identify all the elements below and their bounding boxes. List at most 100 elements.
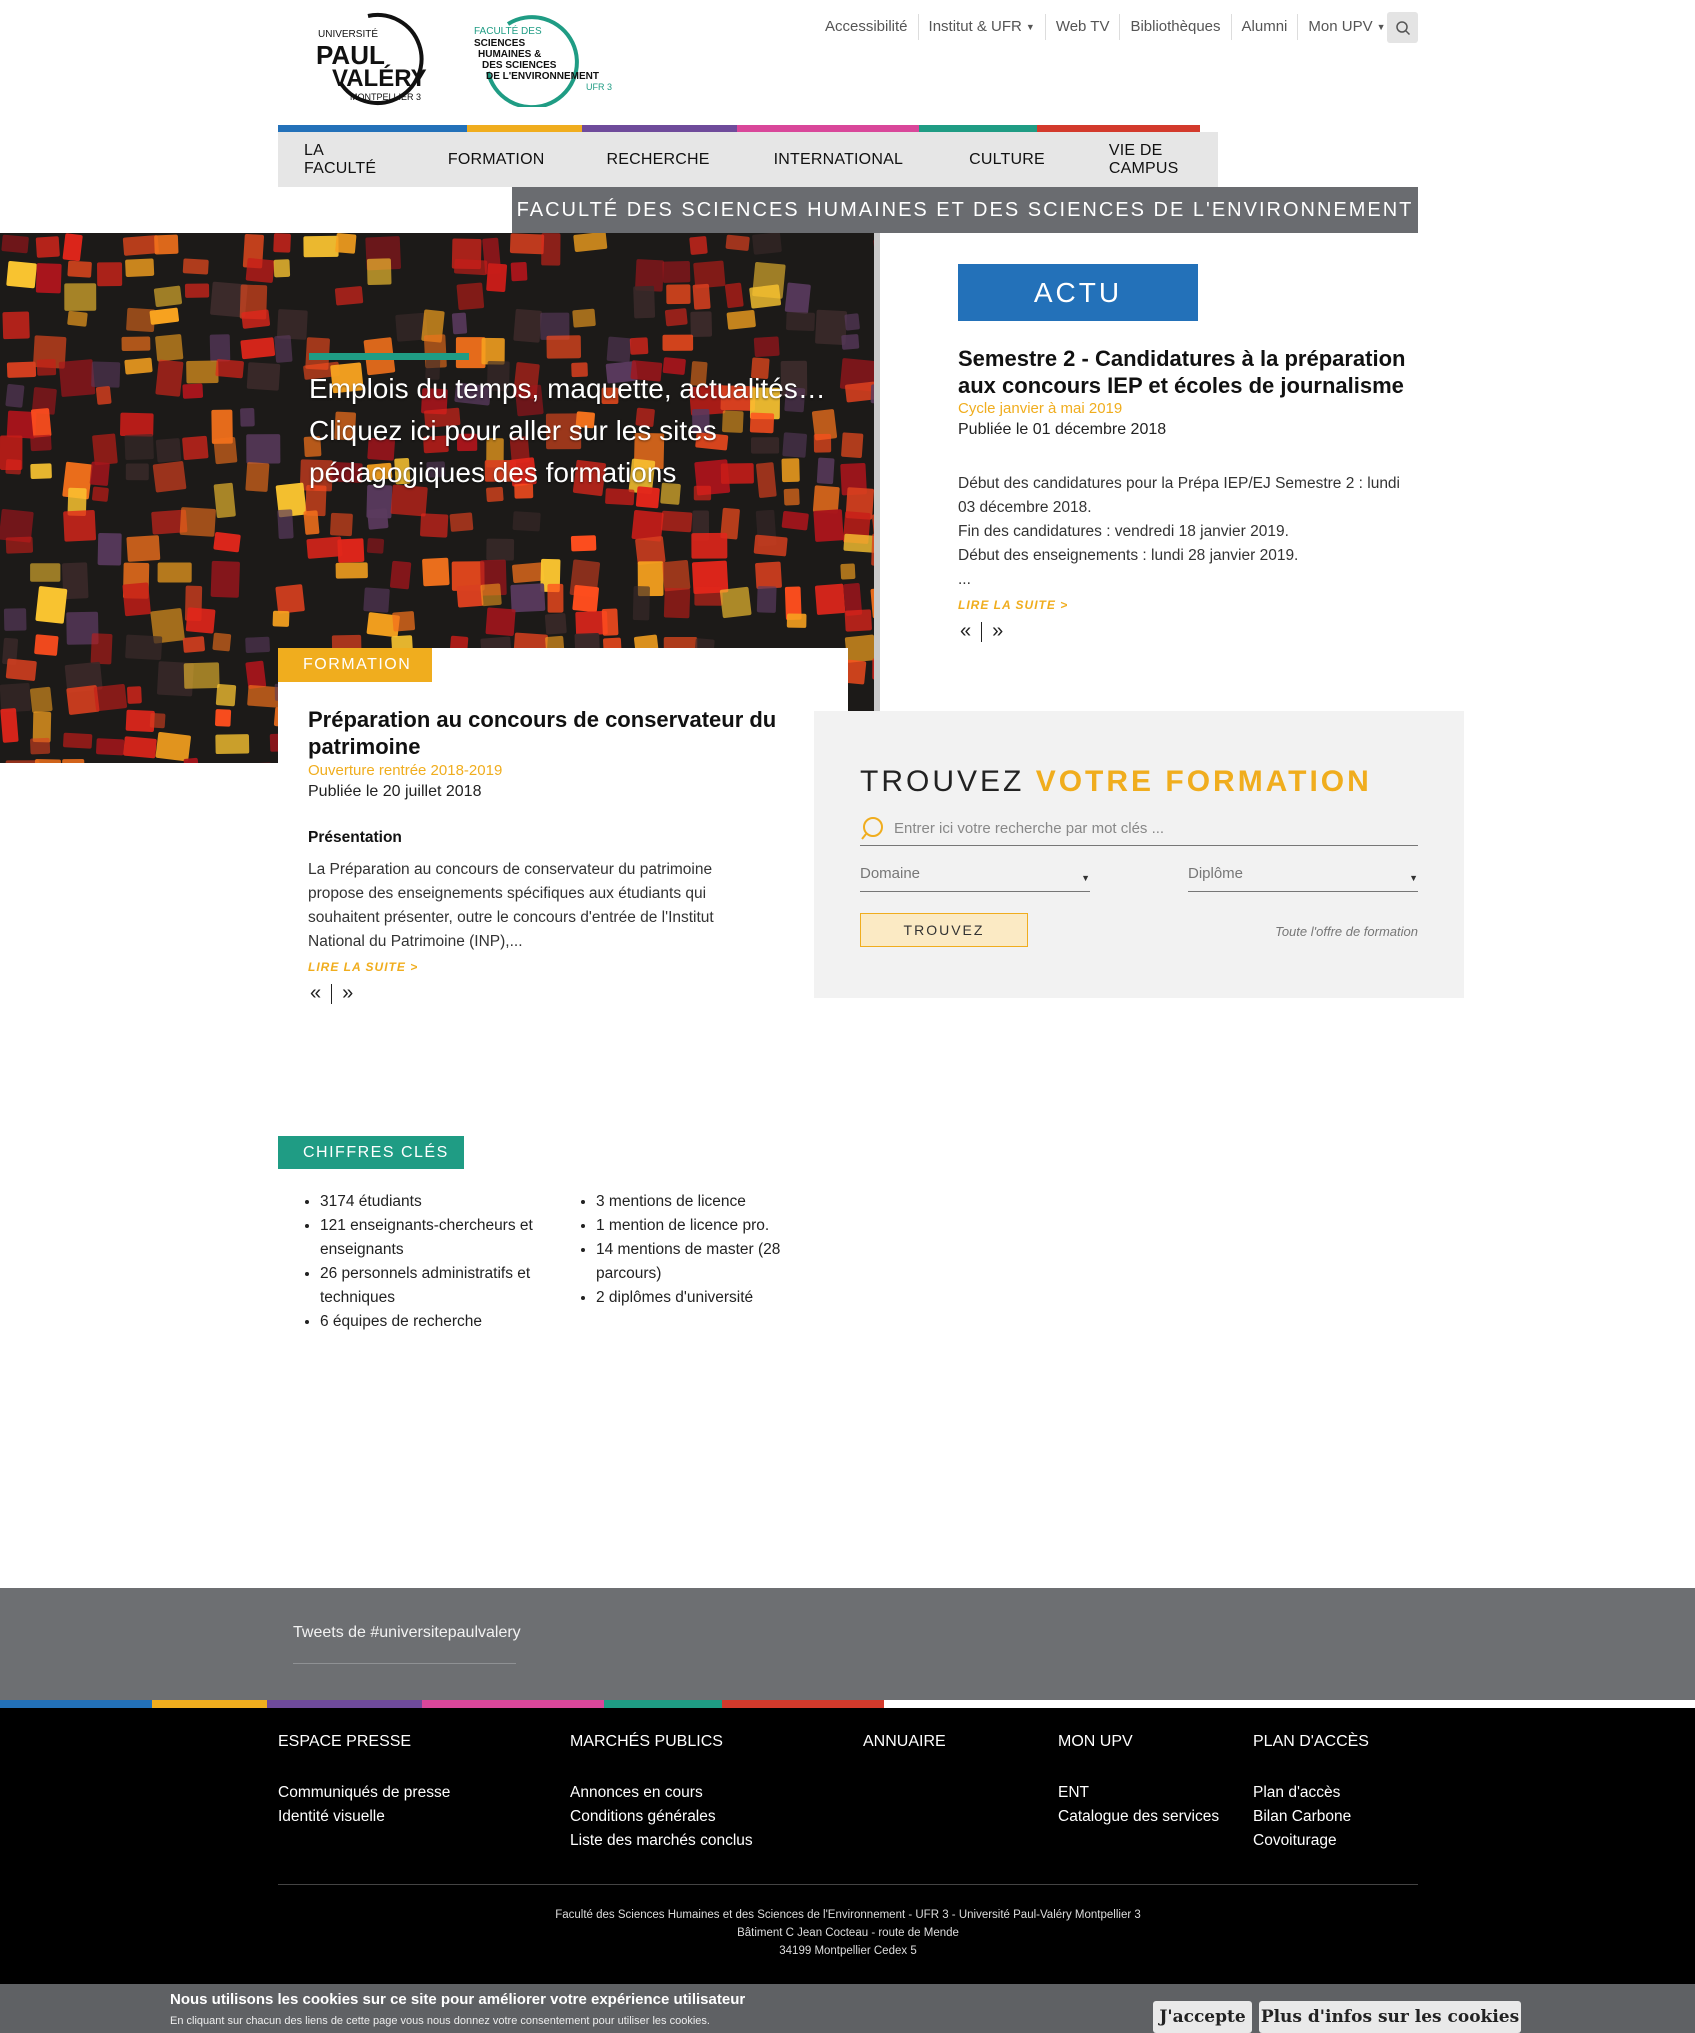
upv-logo[interactable]: UNIVERSITÉ PAUL VALÉRY MONTPELLIER 3 [310, 12, 440, 107]
mainnav-formation[interactable]: FORMATION [448, 151, 545, 169]
footer-link[interactable]: Catalogue des services [1058, 1805, 1219, 1829]
trouvez-button[interactable]: TROUVEZ [860, 913, 1028, 947]
glass-tile [30, 434, 52, 452]
footer-col-title[interactable]: PLAN D'ACCÈS [1253, 1733, 1369, 1751]
domaine-select[interactable]: Domaine ▼ [860, 856, 1090, 892]
glass-tile [30, 463, 52, 479]
glass-tile [725, 234, 750, 251]
ufr-logo-line1: FACULTÉ DES [474, 24, 542, 37]
glass-tile [690, 311, 713, 337]
glass-tile [276, 309, 308, 340]
topnav-mon-upv[interactable]: Mon UPV ▼ [1298, 14, 1395, 40]
actu-pager: « » [960, 620, 1003, 643]
footer-divider [278, 1884, 1418, 1885]
footer-link[interactable]: Plan d'accès [1253, 1781, 1369, 1805]
tweets-divider [293, 1663, 516, 1664]
diplome-select[interactable]: Diplôme ▼ [1188, 856, 1418, 892]
glass-tile [363, 587, 390, 613]
previous-icon[interactable]: « [960, 620, 971, 643]
cookie-accept-button[interactable]: J'accepte [1153, 2001, 1252, 2033]
footer-col-title[interactable]: MARCHÉS PUBLICS [570, 1733, 753, 1751]
cookie-title: Nous utilisons les cookies sur ce site p… [170, 1991, 746, 2008]
footer-col-annuaire: ANNUAIRE [863, 1733, 946, 1781]
formation-article-body: La Préparation au concours de conservate… [308, 861, 714, 950]
topnav-institut-ufr[interactable]: Institut & UFR ▼ [919, 13, 1046, 41]
glass-tile [752, 233, 782, 255]
footer-link[interactable]: Communiqués de presse [278, 1781, 450, 1805]
next-icon[interactable]: » [992, 620, 1003, 643]
glass-tile [122, 235, 159, 256]
glass-tile [275, 584, 305, 614]
glass-tile [456, 584, 484, 608]
glass-tile [63, 732, 93, 749]
upv-logo-line1: UNIVERSITÉ [318, 27, 378, 40]
glass-tile [786, 613, 807, 628]
glass-tile [756, 586, 777, 613]
mainnav-culture[interactable]: CULTURE [969, 151, 1045, 169]
glass-tile [89, 461, 110, 486]
glass-tile [337, 538, 365, 563]
cookie-more-info-button[interactable]: Plus d'infos sur les cookies [1259, 2001, 1521, 2033]
footer-link[interactable]: Bilan Carbone [1253, 1805, 1369, 1829]
actu-article-title[interactable]: Semestre 2 - Candidatures à la préparati… [958, 345, 1418, 399]
search-icon [1395, 20, 1410, 35]
site-search-button[interactable] [1387, 12, 1418, 43]
glass-tile [330, 512, 353, 537]
glass-tile [125, 634, 163, 660]
glass-tile [213, 437, 238, 465]
actu-tag: ACTU [958, 264, 1198, 321]
tweets-link[interactable]: Tweets de #universitepaulvalery [293, 1624, 521, 1642]
glass-tile [34, 759, 61, 763]
glass-tile [5, 459, 22, 475]
footer-col-title[interactable]: MON UPV [1058, 1733, 1219, 1751]
glass-tile [726, 309, 756, 330]
formation-search-input[interactable]: Entrer ici votre recherche par mot clés … [860, 812, 1418, 846]
pager-separator [981, 621, 983, 642]
mainnav-vie-de-campus[interactable]: VIE DE CAMPUS [1109, 142, 1218, 178]
glass-tile [157, 562, 192, 583]
list-item: 26 personnels administratifs et techniqu… [320, 1262, 550, 1310]
ufr-logo[interactable]: FACULTÉ DES SCIENCES HUMAINES & DES SCIE… [468, 12, 628, 110]
footer-link[interactable]: Conditions générales [570, 1805, 753, 1829]
all-formations-link[interactable]: Toute l'offre de formation [1200, 924, 1418, 939]
footer-col-title[interactable]: ESPACE PRESSE [278, 1733, 450, 1751]
glass-tile [36, 358, 57, 376]
glass-tile [245, 636, 270, 653]
topnav-alumni[interactable]: Alumni [1232, 14, 1299, 40]
footer-col-title[interactable]: ANNUAIRE [863, 1733, 946, 1751]
main-navigation: LA FACULTÉ FORMATION RECHERCHE INTERNATI… [278, 132, 1218, 187]
footer-link[interactable]: Annonces en cours [570, 1781, 753, 1805]
mainnav-la-faculte[interactable]: LA FACULTÉ [304, 142, 386, 178]
mainnav-international[interactable]: INTERNATIONAL [774, 151, 903, 169]
glass-tile [155, 438, 182, 463]
glass-tile [185, 607, 216, 634]
footer-link[interactable]: Covoiturage [1253, 1829, 1369, 1853]
glass-tile [546, 335, 582, 359]
previous-icon[interactable]: « [310, 982, 321, 1005]
next-icon[interactable]: » [342, 982, 353, 1005]
footer-link[interactable]: ENT [1058, 1781, 1219, 1805]
glass-tile [35, 263, 62, 294]
ufr-logo-line3: HUMAINES & [478, 49, 541, 60]
search-icon [861, 816, 883, 840]
formation-read-more-link[interactable]: LIRE LA SUITE > [308, 960, 418, 974]
topnav-accessibilite[interactable]: Accessibilité [815, 14, 919, 40]
mainnav-recherche[interactable]: RECHERCHE [606, 151, 709, 169]
actu-line: Début des enseignements : lundi 28 janvi… [958, 547, 1299, 564]
hero-accent-bar [309, 353, 469, 360]
footer-link[interactable]: Liste des marchés conclus [570, 1829, 753, 1853]
formation-article-title[interactable]: Préparation au concours de conservateur … [308, 706, 788, 760]
footer-link[interactable]: Identité visuelle [278, 1805, 450, 1829]
topnav-bibliotheques[interactable]: Bibliothèques [1120, 14, 1232, 40]
glass-tile [32, 711, 52, 743]
header-color-bar [278, 125, 1200, 132]
topnav-web-tv[interactable]: Web TV [1046, 14, 1121, 40]
glass-tile [35, 586, 68, 624]
glass-tile [786, 311, 815, 332]
hero-caption[interactable]: Emplois du temps, maquette, actualités… … [309, 368, 869, 494]
glass-tile [182, 258, 209, 275]
glass-tile [126, 686, 142, 704]
ufr-logo-line6: UFR 3 [586, 82, 612, 92]
actu-read-more-link[interactable]: LIRE LA SUITE > [958, 598, 1068, 612]
glass-tile [245, 258, 275, 283]
